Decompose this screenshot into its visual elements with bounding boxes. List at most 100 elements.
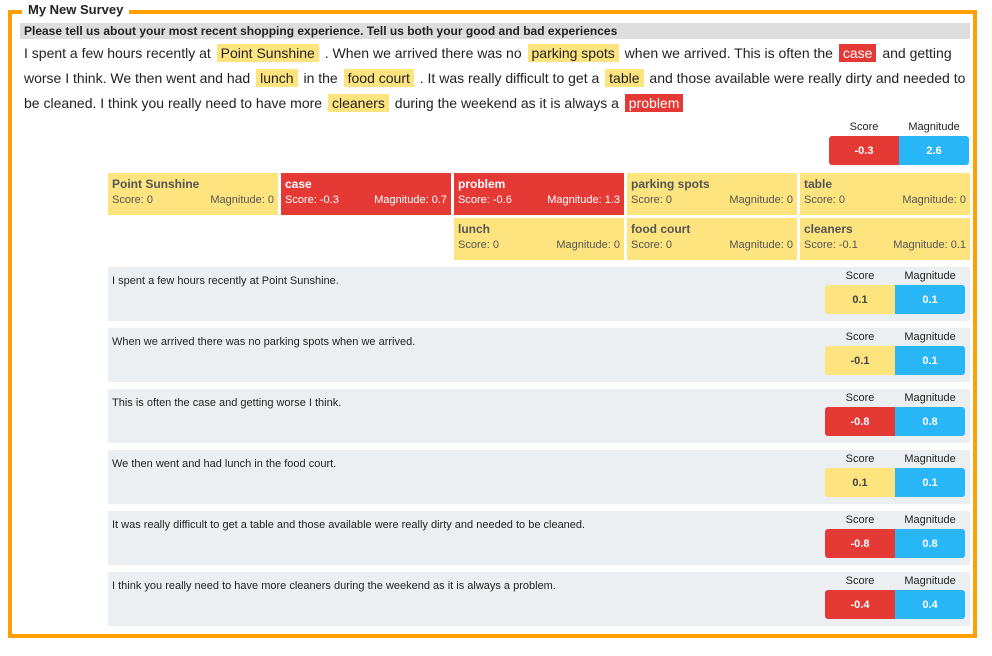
- entity-score: Score: 0: [458, 239, 499, 251]
- entity-score: Score: 0: [804, 194, 845, 206]
- sentiment-values: -0.4 0.4: [825, 590, 965, 619]
- score-label: Score: [845, 514, 875, 526]
- magnitude-value: 0.8: [895, 407, 965, 436]
- sentence-row: I think you really need to have more cle…: [108, 572, 970, 626]
- sentence-row: When we arrived there was no parking spo…: [108, 328, 970, 382]
- entity-name: food court: [631, 222, 691, 236]
- sentence-row: We then went and had lunch in the food c…: [108, 450, 970, 504]
- sentence-text: I think you really need to have more cle…: [112, 580, 556, 592]
- score-value: -0.1: [825, 346, 895, 375]
- entity-score-label: Score:: [631, 194, 666, 206]
- entity-card: table Score: 0 Magnitude: 0: [800, 173, 970, 215]
- entity-score-label: Score:: [458, 194, 493, 206]
- entity-name: table: [804, 177, 833, 191]
- entity-magnitude-label: Magnitude:: [729, 239, 787, 251]
- entity-card: problem Score: -0.6 Magnitude: 1.3: [454, 173, 624, 215]
- sentiment-values: 0.1 0.1: [825, 468, 965, 497]
- sentence-sentiment: Score Magnitude -0.8 0.8: [825, 513, 965, 558]
- entity-name: cleaners: [804, 222, 853, 236]
- entity-meta: Score: 0 Magnitude: 0: [631, 194, 793, 206]
- entity-score-label: Score:: [458, 239, 493, 251]
- answer-segment: . When we arrived there was no: [324, 45, 522, 61]
- sentence-text: When we arrived there was no parking spo…: [112, 336, 416, 348]
- entity-score: Score: 0: [631, 194, 672, 206]
- sentence-text: We then went and had lunch in the food c…: [112, 458, 337, 470]
- sentiment-labels: Score Magnitude: [825, 269, 965, 283]
- entity-magnitude-value: 0: [786, 239, 793, 251]
- entity-card: lunch Score: 0 Magnitude: 0: [454, 218, 624, 260]
- sentiment-labels: Score Magnitude: [825, 574, 965, 588]
- magnitude-label: Magnitude: [904, 270, 956, 282]
- sentence-sentiment: Score Magnitude -0.4 0.4: [825, 574, 965, 619]
- sentiment-labels: Score Magnitude: [825, 330, 965, 344]
- sentiment-labels: Score Magnitude: [825, 513, 965, 527]
- overall-magnitude-value: 2.6: [899, 136, 969, 165]
- entity-magnitude-value: 0.7: [431, 194, 447, 206]
- entity-meta: Score: 0 Magnitude: 0: [458, 239, 620, 251]
- magnitude-label: Magnitude: [904, 575, 956, 587]
- sentence-list: I spent a few hours recently at Point Su…: [108, 267, 970, 633]
- answer-segment: I spent a few hours recently at: [24, 45, 211, 61]
- entity-name: parking spots: [631, 177, 710, 191]
- entity-magnitude-label: Magnitude:: [374, 194, 432, 206]
- sentiment-values: 0.1 0.1: [825, 285, 965, 314]
- entity-highlight: parking spots: [527, 44, 619, 62]
- entity-magnitude-label: Magnitude:: [893, 239, 951, 251]
- entity-grid: Point Sunshine Score: 0 Magnitude: 0 case Sc…: [108, 173, 970, 260]
- entity-card: case Score: -0.3 Magnitude: 0.7: [281, 173, 451, 215]
- magnitude-value: 0.1: [895, 285, 965, 314]
- answer-segment: when we arrived. This is often the: [624, 45, 833, 61]
- entity-meta: Score: 0 Magnitude: 0: [804, 194, 966, 206]
- score-value: 0.1: [825, 468, 895, 497]
- magnitude-value: 0.8: [895, 529, 965, 558]
- sentence-sentiment: Score Magnitude -0.8 0.8: [825, 391, 965, 436]
- entity-highlight: Point Sunshine: [216, 44, 319, 62]
- entity-magnitude-label: Magnitude:: [210, 194, 268, 206]
- entity-magnitude-value: 0.1: [950, 239, 966, 251]
- entity-meta: Score: 0 Magnitude: 0: [631, 239, 793, 251]
- overall-sentiment: Score Magnitude -0.3 2.6: [829, 120, 969, 165]
- entity-magnitude: Magnitude: 0: [729, 239, 793, 251]
- sentence-row: It was really difficult to get a table a…: [108, 511, 970, 565]
- score-label: Score: [845, 575, 875, 587]
- entity-highlight: food court: [343, 69, 414, 87]
- sentence-text: It was really difficult to get a table a…: [112, 519, 586, 531]
- entity-meta: Score: -0.3 Magnitude: 0.7: [285, 194, 447, 206]
- entity-meta: Score: 0 Magnitude: 0: [112, 194, 274, 206]
- entity-score-label: Score:: [112, 194, 147, 206]
- sentiment-values: -0.1 0.1: [825, 346, 965, 375]
- entity-name: lunch: [458, 222, 490, 236]
- overall-score-label: Score: [849, 121, 879, 133]
- entity-score: Score: 0: [631, 239, 672, 251]
- entity-magnitude-value: 0: [613, 239, 620, 251]
- answer-segment: in the: [303, 70, 338, 86]
- entity-magnitude: Magnitude: 0.1: [893, 239, 966, 251]
- entity-card: parking spots Score: 0 Magnitude: 0: [627, 173, 797, 215]
- sentence-row: This is often the case and getting worse…: [108, 389, 970, 443]
- sentiment-labels: Score Magnitude: [825, 391, 965, 405]
- score-label: Score: [845, 392, 875, 404]
- entity-score-value: -0.3: [319, 194, 339, 206]
- entity-name: problem: [458, 177, 506, 191]
- entity-score-label: Score:: [804, 194, 839, 206]
- entity-card: food court Score: 0 Magnitude: 0: [627, 218, 797, 260]
- entity-score: Score: -0.3: [285, 194, 339, 206]
- sentence-text: I spent a few hours recently at Point Su…: [112, 275, 339, 287]
- sentiment-values: -0.8 0.8: [825, 529, 965, 558]
- entity-magnitude: Magnitude: 0.7: [374, 194, 447, 206]
- answer-text: I spent a few hours recently at Point Su…: [24, 41, 969, 116]
- entity-name: case: [285, 177, 312, 191]
- magnitude-value: 0.1: [895, 346, 965, 375]
- entity-magnitude-label: Magnitude:: [902, 194, 960, 206]
- answer-segment: during the weekend as it is always a: [394, 95, 619, 111]
- magnitude-value: 0.4: [895, 590, 965, 619]
- entity-magnitude-label: Magnitude:: [556, 239, 614, 251]
- entity-magnitude: Magnitude: 0: [210, 194, 274, 206]
- score-label: Score: [845, 453, 875, 465]
- magnitude-value: 0.1: [895, 468, 965, 497]
- overall-magnitude-label: Magnitude: [908, 121, 960, 133]
- entity-highlight: cleaners: [327, 94, 389, 112]
- entity-card: cleaners Score: -0.1 Magnitude: 0.1: [800, 218, 970, 260]
- score-label: Score: [845, 331, 875, 343]
- entity-magnitude-value: 0: [267, 194, 274, 206]
